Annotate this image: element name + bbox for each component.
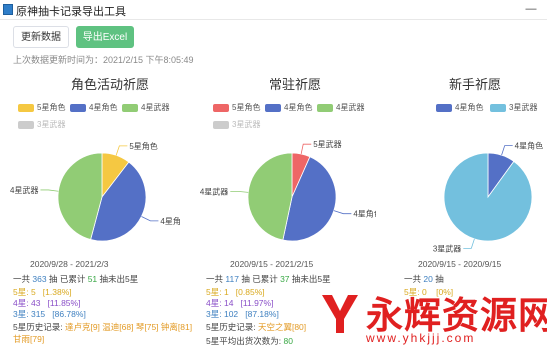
pool2-date-range: 2020/9/15 - 2021/2/15 xyxy=(230,259,314,269)
watermark-logo-icon xyxy=(322,295,358,333)
pool2-legend-4star-weapon[interactable]: 4星武器 xyxy=(317,102,364,113)
pool1-stat-4star: 4星: 43 [11.85%] xyxy=(13,298,81,308)
pool1-label-line-1 xyxy=(141,216,159,222)
pool2-label-line-1 xyxy=(333,210,352,215)
export-excel-button[interactable]: 导出Excel xyxy=(76,26,134,48)
pool3-label-line-0 xyxy=(501,145,513,156)
pool3-legend-4star-char[interactable]: 4星角色 xyxy=(436,102,483,113)
pool2-history: 5星历史记录: 天空之翼[80] xyxy=(206,322,307,332)
pool3-title: 新手祈愿 xyxy=(448,77,501,92)
pool2-legend-4star-char[interactable]: 4星角色 xyxy=(265,102,312,113)
pool2-label-line-0 xyxy=(300,143,312,155)
pool2-slice-label-0: 5星武器 xyxy=(313,139,341,149)
pool1-legend-5star-char[interactable]: 5星角色 xyxy=(18,102,65,113)
pool1-label-line-2 xyxy=(40,189,59,192)
pool1-stat-3star: 3星: 315 [86.78%] xyxy=(13,309,86,319)
pool2-legend-5star[interactable]: 5星角色 xyxy=(213,102,260,113)
pool1-history-cont: 甘雨[79] xyxy=(13,334,45,344)
pool3-label-line-1 xyxy=(463,238,475,249)
pool2-label-line-2 xyxy=(230,190,249,193)
pool1-legend-3star-weapon[interactable]: 3星武器 xyxy=(18,119,65,130)
pool2-slice-label-1: 4星角色 xyxy=(353,209,376,219)
window-titlebar: 原神抽卡记录导出工具 — xyxy=(0,0,547,20)
pool3-pie-chart: 4星角色 3星武器 xyxy=(433,141,543,254)
pool2-legend-3star-weapon[interactable]: 3星武器 xyxy=(213,119,260,130)
watermark: 永辉资源网 www.yhkjjj.com xyxy=(318,283,547,352)
pool1-title: 角色活动祈愿 xyxy=(70,77,149,92)
pool2-slice-label-2: 4星武器 xyxy=(200,186,228,196)
pool1-date-range: 2020/9/28 - 2021/2/3 xyxy=(30,259,109,269)
pool2-stat-5star: 5星: 1 [0.85%] xyxy=(206,287,265,297)
pool1-slice-label-0: 5星角色 xyxy=(129,141,157,151)
pool2-slice-2[interactable] xyxy=(247,152,293,241)
pool1-stat-5star: 5星: 5 [1.38%] xyxy=(13,287,72,297)
minimize-button[interactable]: — xyxy=(523,1,539,17)
pool1-summary: 一共 363 抽 已累计 51 抽未出5星 xyxy=(13,274,139,284)
pool1-history: 5星历史记录: 達卢克[9] 温迪[68] 琴[75] 钟离[81] xyxy=(13,322,193,332)
pool1-label-line-0 xyxy=(115,145,128,156)
pool1-legend-4star-char[interactable]: 4星角色 xyxy=(70,102,117,113)
pool3-slice-label-1: 3星武器 xyxy=(433,243,461,253)
pool3-slice-label-0: 4星角色 xyxy=(515,141,543,151)
pool2-avg: 5星平均出货次数为: 80 xyxy=(206,336,293,346)
app-icon xyxy=(3,4,13,15)
pool2-summary: 一共 117 抽 已累计 37 抽未出5星 xyxy=(206,274,331,284)
last-updated-text: 上次数据更新时间为：2021/2/15 下午8:05:49 xyxy=(13,55,194,65)
pool3-legend-3star-weapon[interactable]: 3星武器 xyxy=(490,102,537,113)
pool2-stat-4star: 4星: 14 [11.97%] xyxy=(206,298,274,308)
pool3-slice-1[interactable] xyxy=(443,152,533,242)
refresh-data-button[interactable]: 更新数据 xyxy=(13,26,69,48)
pool1-slice-label-2: 4星武器 xyxy=(10,185,38,195)
pool1-slice-label-1: 4星角色 xyxy=(160,216,180,226)
window-title: 原神抽卡记录导出工具 xyxy=(16,6,126,18)
pool2-stat-3star: 3星: 102 [87.18%] xyxy=(206,309,279,319)
pool2-pie-chart: 5星武器 4星角色 4星武器 xyxy=(200,139,376,242)
watermark-url: www.yhkjjj.com xyxy=(366,331,476,345)
pool1-legend-4star-weapon[interactable]: 4星武器 xyxy=(122,102,169,113)
pool2-title: 常驻祈愿 xyxy=(268,77,321,92)
pool1-pie-chart: 5星角色 4星角色 4星武器 xyxy=(10,141,180,242)
pool3-date-range: 2020/9/15 - 2020/9/15 xyxy=(418,259,502,269)
